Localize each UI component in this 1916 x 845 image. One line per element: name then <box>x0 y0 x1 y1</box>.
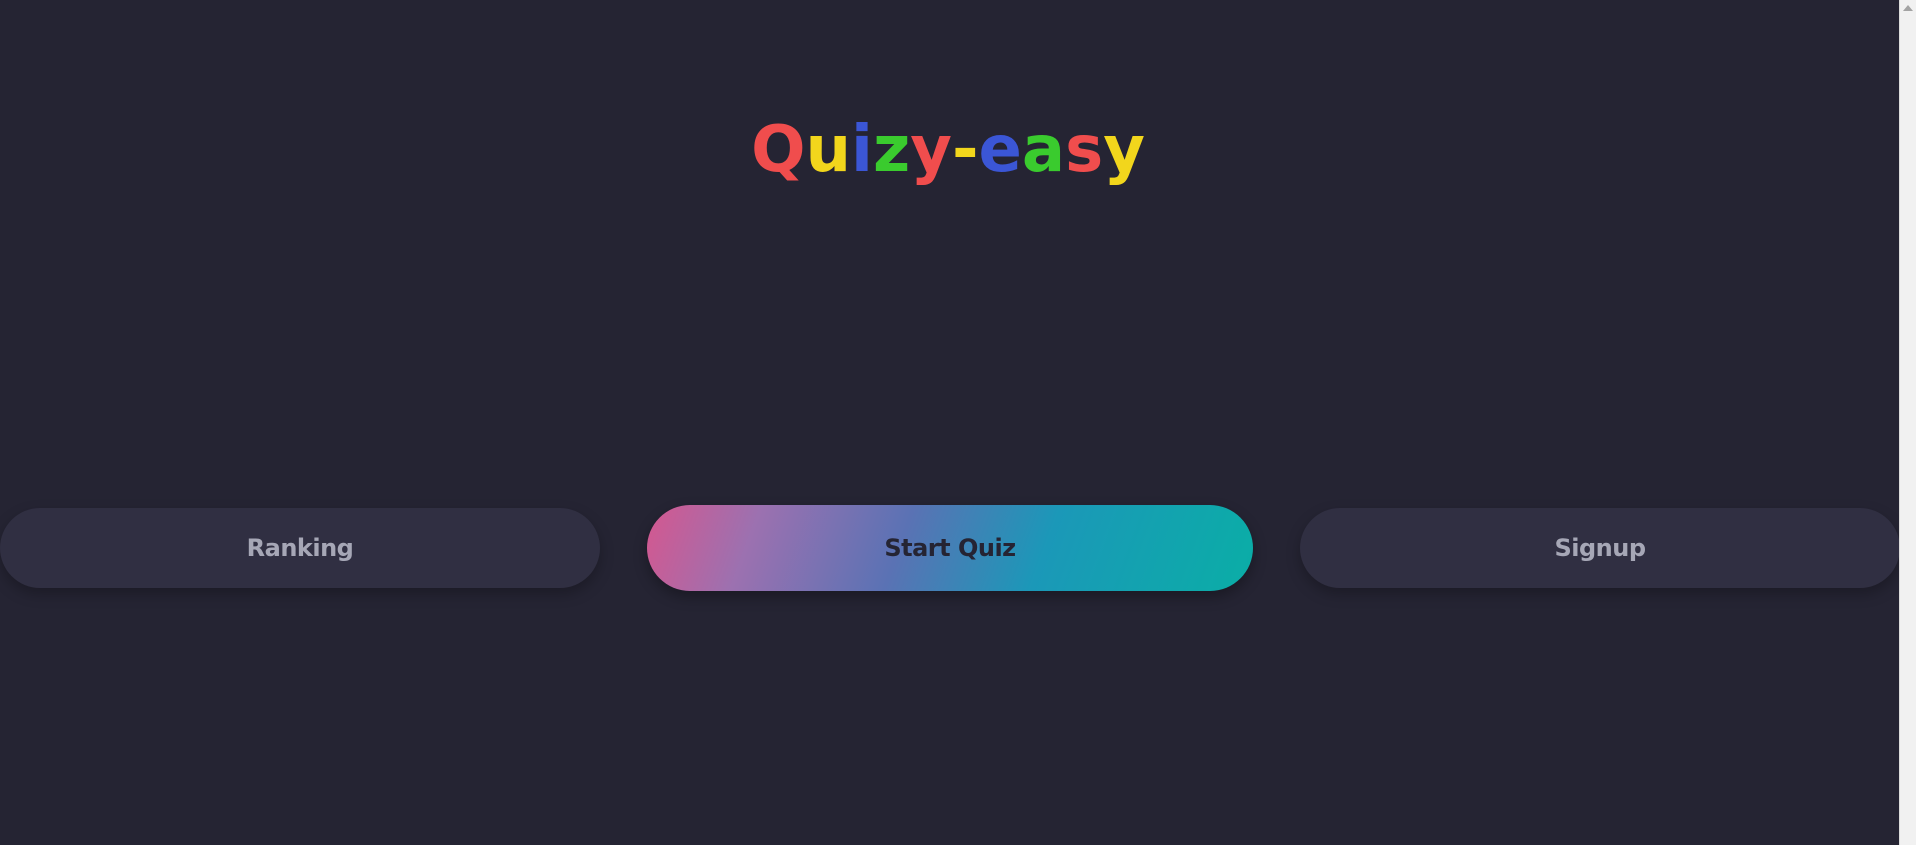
logo-letter: z <box>872 113 911 187</box>
quiz-home-page: Quizy-easy Ranking Start Quiz Signup <box>0 0 1916 845</box>
logo-letter: s <box>1065 113 1104 187</box>
app-logo-title: Quizy-easy <box>0 108 1896 192</box>
logo-letter: a <box>1021 113 1066 187</box>
logo-letter: y <box>910 113 952 187</box>
logo-letter: i <box>851 113 873 187</box>
logo-letter: - <box>951 113 979 187</box>
logo-letter: Q <box>751 113 806 187</box>
start-quiz-button[interactable]: Start Quiz <box>647 505 1253 591</box>
signup-button[interactable]: Signup <box>1300 508 1900 588</box>
ranking-button[interactable]: Ranking <box>0 508 600 588</box>
logo-letter: e <box>978 113 1022 187</box>
logo-letter: u <box>805 113 852 187</box>
scroll-up-arrow-icon[interactable] <box>1903 5 1913 11</box>
logo-letter: y <box>1103 113 1145 187</box>
vertical-scrollbar[interactable] <box>1899 0 1916 845</box>
